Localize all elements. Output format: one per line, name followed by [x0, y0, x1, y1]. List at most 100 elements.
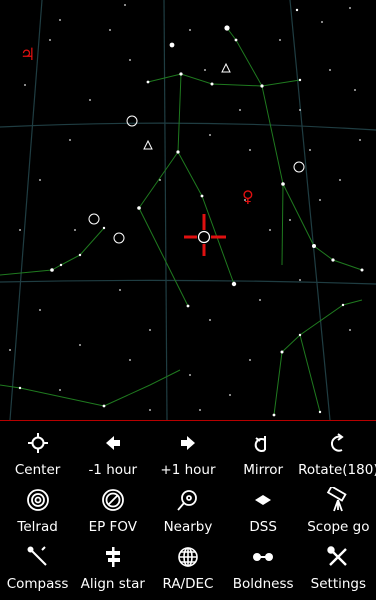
compass-button[interactable]: Compass — [0, 540, 75, 597]
mirror-button[interactable]: Mirror — [226, 426, 301, 483]
settings-label: Settings — [310, 576, 367, 592]
star — [289, 219, 291, 221]
dso-marker[interactable] — [126, 115, 138, 127]
align-star-button[interactable]: Align star — [75, 540, 150, 597]
star — [78, 253, 82, 257]
telrad-button[interactable]: Telrad — [0, 483, 75, 540]
star — [321, 21, 323, 23]
star — [146, 80, 150, 84]
menu-row-3: Compass Align star RA/DEC Boldness Setti… — [0, 540, 376, 597]
star — [39, 309, 41, 311]
align-star-label: Align star — [80, 576, 145, 592]
star — [49, 39, 51, 41]
eyepiece-fov-icon — [101, 487, 125, 513]
globe-grid-icon — [177, 544, 199, 570]
star — [149, 329, 151, 331]
dso-marker[interactable] — [113, 232, 125, 244]
ep-fov-label: EP FOV — [88, 519, 137, 535]
constellation-line — [138, 73, 189, 307]
constellation-line — [103, 369, 181, 407]
star — [260, 84, 264, 88]
dso-marker[interactable] — [293, 161, 305, 173]
star — [137, 206, 141, 210]
rotate-icon — [329, 430, 347, 456]
dss-label: DSS — [249, 519, 277, 535]
star — [329, 69, 331, 71]
star — [210, 82, 214, 86]
star — [272, 413, 276, 417]
star — [224, 25, 230, 31]
constellation-line — [273, 351, 283, 416]
star — [200, 194, 204, 198]
sky-chart[interactable]: ♃ ♀ — [0, 0, 376, 420]
center-button[interactable]: Center — [0, 426, 75, 483]
settings-button[interactable]: Settings — [301, 540, 376, 597]
star — [102, 404, 106, 408]
ra-dec-button[interactable]: RA/DEC — [150, 540, 225, 597]
minus-1-hour-button[interactable]: -1 hour — [75, 426, 150, 483]
star — [341, 303, 345, 307]
nearby-label: Nearby — [163, 519, 213, 535]
mirror-icon — [253, 430, 273, 456]
jupiter-symbol[interactable]: ♃ — [20, 45, 35, 65]
constellation-line — [147, 73, 301, 87]
scope-go-button[interactable]: Scope go — [301, 483, 376, 540]
star — [259, 299, 261, 301]
star — [209, 134, 211, 136]
constellation-line — [226, 27, 363, 271]
constellation-line — [299, 334, 321, 413]
star — [281, 182, 285, 186]
star — [189, 374, 191, 376]
star — [129, 359, 131, 361]
minus-1-hour-label: -1 hour — [88, 462, 138, 478]
dso-marker[interactable] — [88, 213, 100, 225]
star — [239, 109, 241, 111]
star — [186, 304, 190, 308]
star — [312, 244, 316, 248]
target-reticle-icon — [184, 214, 226, 256]
coordinate-grid — [0, 0, 376, 420]
grid-line — [0, 279, 376, 285]
star — [89, 99, 91, 101]
star — [50, 268, 54, 272]
star — [109, 29, 111, 31]
star — [19, 229, 21, 231]
star — [124, 4, 126, 6]
constellation-line — [281, 183, 284, 266]
star — [231, 281, 237, 287]
star — [199, 409, 201, 411]
compass-label: Compass — [6, 576, 69, 592]
star — [189, 29, 191, 31]
star — [319, 199, 321, 201]
boldness-label: Boldness — [232, 576, 294, 592]
star — [59, 19, 61, 21]
star — [331, 258, 335, 262]
nearby-button[interactable]: Nearby — [150, 483, 225, 540]
ep-fov-button[interactable]: EP FOV — [75, 483, 150, 540]
constellation-lines — [0, 27, 363, 416]
boldness-button[interactable]: Boldness — [226, 540, 301, 597]
telescope-icon — [325, 487, 351, 513]
dss-button[interactable]: DSS — [226, 483, 301, 540]
boldness-icon — [252, 544, 274, 570]
telrad-icon — [26, 487, 50, 513]
star — [24, 84, 26, 86]
star — [74, 229, 76, 231]
plus-1-hour-button[interactable]: +1 hour — [150, 426, 225, 483]
venus-symbol[interactable]: ♀ — [242, 187, 254, 206]
star — [295, 8, 299, 12]
star — [298, 78, 302, 82]
nearby-icon — [176, 487, 200, 513]
constellation-line — [51, 227, 105, 271]
rotate-180-button[interactable]: Rotate(180) — [298, 426, 376, 483]
settings-icon — [327, 544, 349, 570]
star — [360, 268, 364, 272]
center-label: Center — [14, 462, 61, 478]
dso-triangle-marker[interactable] — [221, 62, 231, 73]
toolbar-menu: Center -1 hour +1 hour Mirror Rotate(180… — [0, 421, 376, 600]
dso-triangle-marker[interactable] — [143, 139, 153, 150]
scope-go-label: Scope go — [307, 519, 370, 535]
star — [354, 89, 356, 91]
star — [318, 410, 322, 414]
star — [209, 319, 211, 321]
